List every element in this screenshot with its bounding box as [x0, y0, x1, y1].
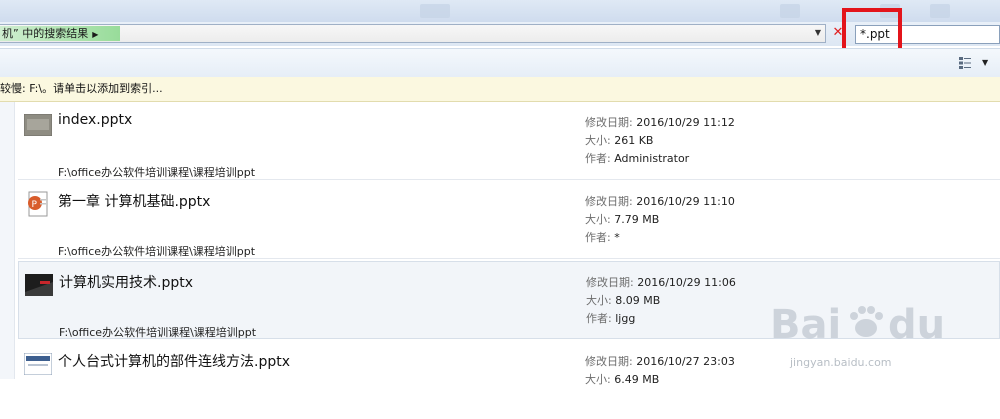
file-path: F:\office办公软件培训课程\课程培训ppt	[59, 326, 257, 339]
blurred-control	[420, 4, 450, 18]
author-label: 作者:	[586, 312, 612, 325]
file-path: F:\office办公软件培训课程\课程培训ppt	[58, 245, 256, 258]
size-value: 8.09 MB	[615, 294, 661, 307]
size-value: 7.79 MB	[614, 213, 660, 226]
modified-value: 2016/10/29 11:06	[637, 276, 736, 289]
file-meta: 修改日期: 2016/10/27 23:03 大小: 6.49 MB	[585, 353, 735, 389]
address-bar[interactable]: 机” 中的搜索结果 ▶ ▼	[0, 24, 826, 43]
author-label: 作者:	[585, 152, 611, 165]
modified-label: 修改日期:	[585, 195, 633, 208]
file-name: 第一章 计算机基础.pptx	[58, 194, 211, 210]
size-label: 大小:	[585, 373, 611, 386]
blurred-control	[930, 4, 950, 18]
powerpoint-file-icon: P	[28, 191, 48, 217]
modified-value: 2016/10/29 11:12	[636, 116, 735, 129]
toolbar: ▼	[0, 48, 1000, 78]
size-label: 大小:	[585, 213, 611, 226]
slide-thumbnail-icon	[24, 114, 52, 136]
blurred-control	[780, 4, 800, 18]
size-value: 6.49 MB	[614, 373, 660, 386]
info-bar[interactable]: 较慢: F:\。请单击以添加到索引...	[0, 77, 1000, 102]
author-value: *	[614, 231, 620, 244]
author-value: Administrator	[614, 152, 690, 165]
modified-value: 2016/10/29 11:10	[636, 195, 735, 208]
file-name: 个人台式计算机的部件连线方法.pptx	[58, 354, 290, 370]
file-meta: 修改日期: 2016/10/29 11:12 大小: 261 KB 作者: Ad…	[585, 114, 735, 168]
author-label: 作者:	[585, 231, 611, 244]
list-item[interactable]: P 第一章 计算机基础.pptx F:\office办公软件培训课程\课程培训p…	[18, 181, 1000, 259]
breadcrumb[interactable]: 机” 中的搜索结果 ▶	[0, 26, 120, 41]
file-name: 计算机实用技术.pptx	[59, 275, 193, 291]
file-name: index.pptx	[58, 112, 133, 128]
watermark-url: jingyan.baidu.com	[790, 356, 892, 369]
author-value: ljgg	[615, 312, 636, 325]
size-label: 大小:	[585, 134, 611, 147]
file-meta: 修改日期: 2016/10/29 11:06 大小: 8.09 MB 作者: l…	[586, 274, 736, 328]
info-bar-message: 较慢: F:\。请单击以添加到索引...	[0, 82, 163, 95]
slide-thumbnail-icon	[25, 274, 53, 296]
svg-text:du: du	[888, 302, 945, 348]
chevron-right-icon[interactable]: ▶	[92, 30, 98, 39]
list-item[interactable]: index.pptx F:\office办公软件培训课程\课程培训ppt 修改日…	[18, 102, 1000, 180]
svg-text:Bai: Bai	[770, 302, 841, 348]
modified-label: 修改日期:	[586, 276, 634, 289]
slide-thumbnail-icon	[24, 353, 52, 375]
size-label: 大小:	[586, 294, 612, 307]
details-view-icon[interactable]	[958, 56, 972, 70]
modified-label: 修改日期:	[585, 116, 633, 129]
chevron-down-icon[interactable]: ▼	[815, 28, 821, 37]
svg-text:P: P	[32, 200, 38, 210]
file-meta: 修改日期: 2016/10/29 11:10 大小: 7.79 MB 作者: *	[585, 193, 735, 247]
size-value: 261 KB	[614, 134, 654, 147]
chevron-down-icon[interactable]: ▼	[982, 58, 988, 67]
modified-label: 修改日期:	[585, 355, 633, 368]
modified-value: 2016/10/27 23:03	[636, 355, 735, 368]
file-path: F:\office办公软件培训课程\课程培训ppt	[58, 166, 256, 179]
breadcrumb-label: 机” 中的搜索结果	[2, 27, 89, 40]
